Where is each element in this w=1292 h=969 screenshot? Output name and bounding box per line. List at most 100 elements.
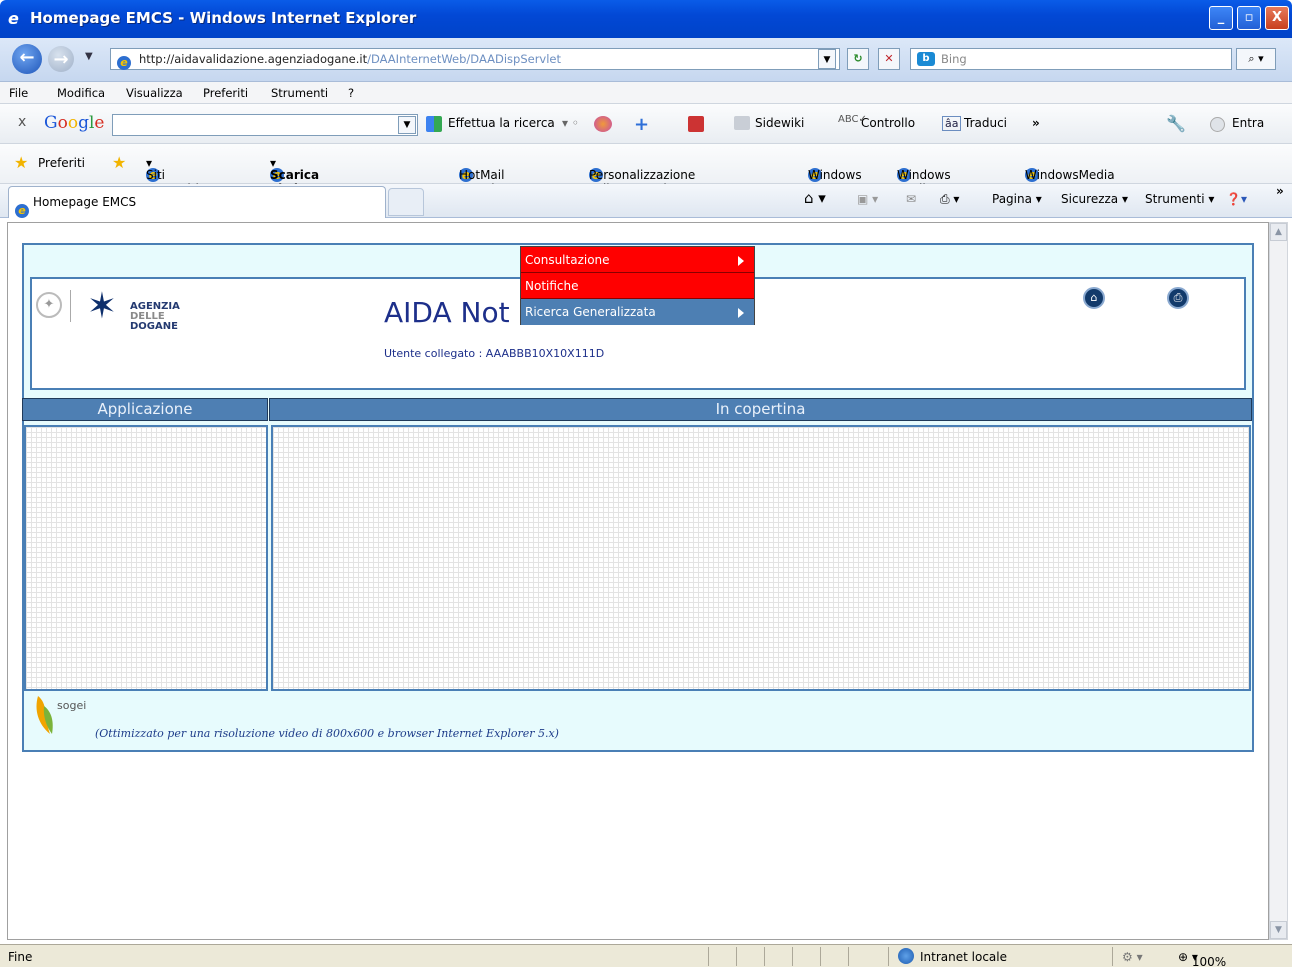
plus-icon[interactable]: + <box>634 114 649 135</box>
cmd-label: Pagina <box>992 192 1032 206</box>
sogei-label: sogei <box>57 699 87 712</box>
menu-item-ricerca-generalizzata[interactable]: Ricerca Generalizzata <box>521 299 754 325</box>
tab-homepage-emcs[interactable]: e Homepage EMCS <box>8 186 386 218</box>
address-dropdown-icon[interactable]: ▼ <box>818 49 836 69</box>
search-dropdown-chevron[interactable]: ▾ ◦ <box>562 116 579 130</box>
print-icon[interactable]: ⎙ <box>1167 287 1189 309</box>
close-button[interactable]: X <box>1265 6 1289 30</box>
menu-file[interactable]: File <box>9 86 28 100</box>
menu-bar: File Modifica Visualizza Preferiti Strum… <box>0 82 1292 104</box>
ie-icon: e <box>15 195 33 225</box>
search-button[interactable]: ⌕ ▾ <box>1236 48 1276 70</box>
refresh-icon[interactable]: ↻ <box>847 48 869 70</box>
sicurezza-menu[interactable]: Sicurezza ▾ <box>1061 192 1128 206</box>
menu-help[interactable]: ? <box>348 86 354 100</box>
applicazione-panel <box>24 425 268 691</box>
google-toolbar: x Google ▼ Effettua la ricerca ▾ ◦ + Sid… <box>0 104 1292 144</box>
window-title: Homepage EMCS - Windows Internet Explore… <box>30 9 417 27</box>
google-logo: Google <box>44 113 105 133</box>
scroll-up-icon[interactable]: ▲ <box>1270 223 1287 241</box>
agency-star-icon: ✶ <box>86 286 118 327</box>
home-icon[interactable]: ⌂ ▾ <box>804 189 826 207</box>
app-dropdown-menu: Consultazione Notifiche Ricerca Generali… <box>520 246 755 325</box>
recent-pages-dropdown-icon[interactable]: ▼ <box>85 51 93 62</box>
home-icon[interactable]: ⌂ <box>1083 287 1105 309</box>
sidewiki-button[interactable]: Sidewiki <box>755 116 804 130</box>
menu-preferiti[interactable]: Preferiti <box>203 86 248 100</box>
url-path: /DAAInternetWeb/DAADispServlet <box>367 52 562 66</box>
search-input[interactable]: b Bing <box>910 48 1232 70</box>
add-favorite-icon[interactable]: ★ <box>112 153 126 172</box>
menu-item-consultazione[interactable]: Consultazione <box>521 247 754 273</box>
sogei-logo-icon <box>34 694 58 736</box>
feeds-icon[interactable]: ▣ ▾ <box>857 192 878 206</box>
star-icon: ★ <box>14 153 29 172</box>
logged-user: Utente collegato : AAABBB10X10X111D <box>384 347 605 360</box>
maximize-button[interactable]: ▫ <box>1237 6 1261 30</box>
favorites-bar: ★ Preferiti ★ eSiti suggeriti ▾ eScarica… <box>0 144 1292 210</box>
google-search-button[interactable]: Effettua la ricerca <box>448 116 555 130</box>
menu-item-notifiche[interactable]: Notifiche <box>521 273 754 299</box>
pagina-menu[interactable]: Pagina ▾ <box>992 192 1042 206</box>
google-search-dropdown-icon[interactable]: ▼ <box>398 116 416 134</box>
menu-strumenti[interactable]: Strumenti <box>271 86 328 100</box>
tab-bar: e Homepage EMCS ⌂ ▾ ▣ ▾ ✉ ⎙ ▾ Pagina ▾ S… <box>0 184 1292 218</box>
fav-label: WindowsMedia <box>1025 168 1115 182</box>
page-icon: e <box>117 52 135 72</box>
entra-button[interactable]: Entra <box>1232 116 1264 130</box>
sidewiki-icon <box>734 116 750 130</box>
print-icon[interactable]: ⎙ ▾ <box>940 192 959 207</box>
bing-icon: b <box>917 52 935 66</box>
search-placeholder: Bing <box>941 52 967 66</box>
app-title: AIDA Not <box>384 296 510 329</box>
minimize-button[interactable]: _ <box>1209 6 1233 30</box>
status-bar: Fine Intranet locale ⚙ ▾ ⊕ 100% ▾ <box>0 944 1292 969</box>
traduci-button[interactable]: Traduci <box>964 116 1007 130</box>
fav-scarica-addon[interactable]: eScarica altri add-on ▾ <box>270 156 319 210</box>
footer-note: (Ottimizzato per una risoluzione video d… <box>95 727 559 740</box>
favorites-button[interactable]: Preferiti <box>38 156 85 170</box>
mail-icon[interactable]: ✉ <box>906 192 916 206</box>
toolbar-more-button[interactable]: » <box>1032 116 1040 130</box>
stop-icon[interactable]: ✕ <box>878 48 900 70</box>
in-copertina-panel <box>271 425 1251 691</box>
vertical-scrollbar[interactable]: ▲ ▼ <box>1269 222 1288 940</box>
address-input[interactable]: e http://aidavalidazione.agenziadogane.i… <box>110 48 840 70</box>
submenu-arrow-icon <box>738 256 744 266</box>
column-header-in-copertina: In copertina <box>269 398 1252 421</box>
menu-modifica[interactable]: Modifica <box>57 86 105 100</box>
forward-button[interactable]: → <box>48 46 74 72</box>
ie-icon: e <box>8 9 19 28</box>
strumenti-menu[interactable]: Strumenti ▾ <box>1145 192 1214 206</box>
cmd-more-button[interactable]: » <box>1276 184 1284 198</box>
translate-icon: âa <box>942 116 962 131</box>
popup-blocker-icon[interactable] <box>688 116 704 132</box>
title-bar: e Homepage EMCS - Windows Internet Explo… <box>0 0 1292 38</box>
controllo-button[interactable]: Controllo <box>861 116 915 130</box>
menu-visualizza[interactable]: Visualizza <box>126 86 183 100</box>
google-toolbar-close[interactable]: x <box>18 114 26 130</box>
cmd-label: Strumenti <box>1145 192 1205 206</box>
tab-label: Homepage EMCS <box>33 195 137 209</box>
google-search-icon <box>426 116 442 132</box>
menu-item-label: Notifiche <box>525 279 579 293</box>
wrench-icon[interactable]: 🔧 <box>1166 114 1186 133</box>
google-search-input[interactable] <box>112 114 418 136</box>
status-text: Fine <box>8 950 33 964</box>
globe-icon <box>898 948 914 964</box>
fav-label: Windows <box>808 168 862 182</box>
menu-item-label: Ricerca Generalizzata <box>525 305 656 319</box>
zoom-control[interactable]: ⊕ 100% ▾ <box>1178 950 1226 969</box>
submenu-arrow-icon <box>738 308 744 318</box>
back-button[interactable]: ← <box>12 44 42 74</box>
fav-siti-suggeriti[interactable]: eSiti suggeriti ▾ <box>146 156 199 196</box>
new-tab-button[interactable] <box>388 188 424 216</box>
address-toolbar: ← → ▼ e http://aidavalidazione.agenziado… <box>0 38 1292 82</box>
logo-line-dogane: DOGANE <box>130 321 178 332</box>
account-icon <box>1210 117 1225 132</box>
bookmark-icon[interactable] <box>594 116 612 132</box>
cmd-label: Sicurezza <box>1061 192 1119 206</box>
help-icon[interactable]: ❓▾ <box>1226 192 1247 206</box>
protected-mode-icon[interactable]: ⚙ ▾ <box>1122 950 1143 964</box>
scroll-down-icon[interactable]: ▼ <box>1270 921 1287 939</box>
